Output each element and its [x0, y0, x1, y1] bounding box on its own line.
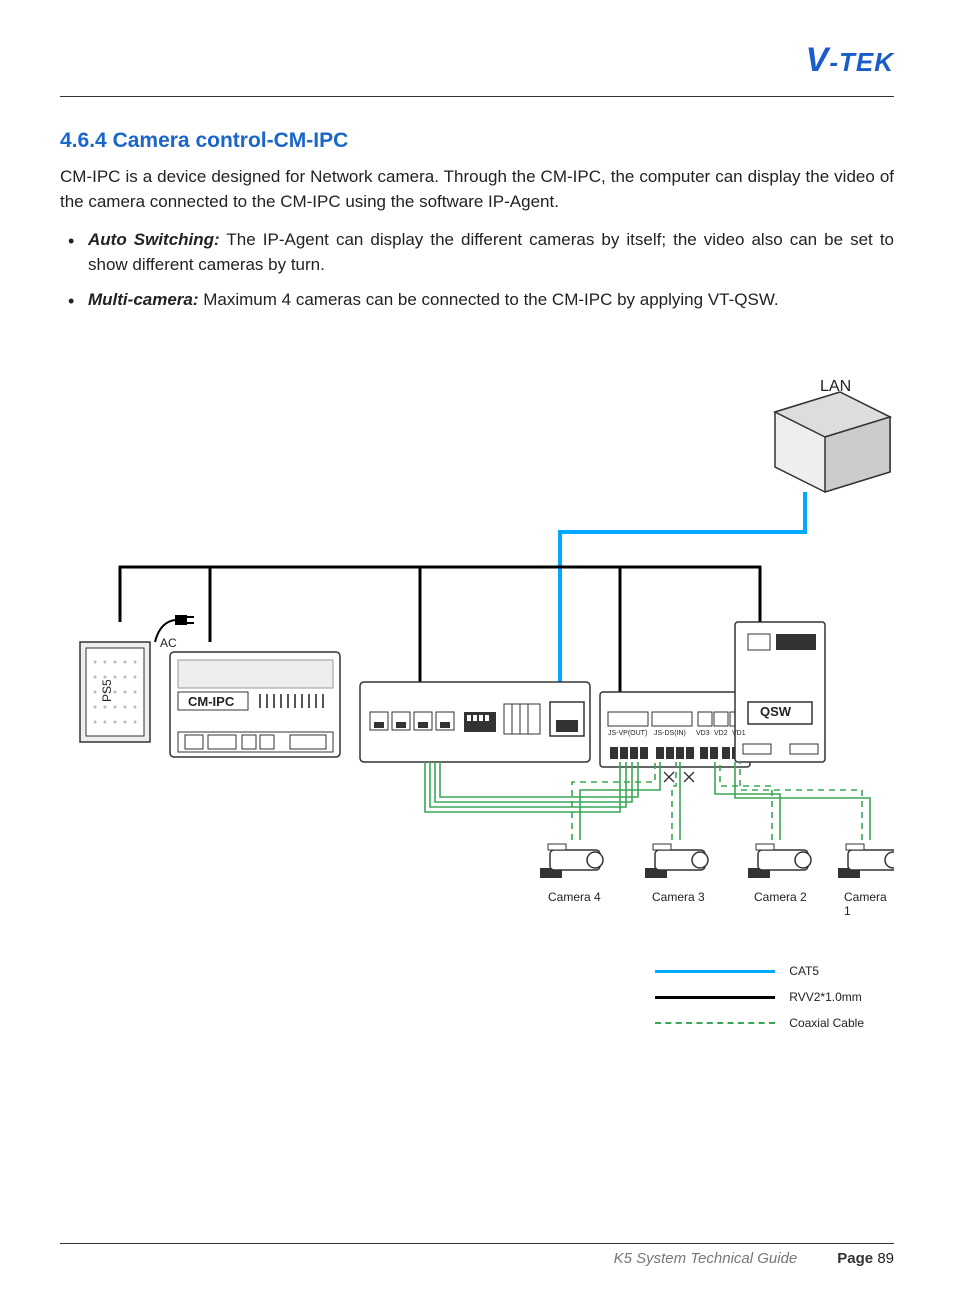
legend-item: CAT5	[655, 964, 864, 978]
legend-rvv-label: RVV2*1.0mm	[789, 990, 861, 1004]
legend-cat5-label: CAT5	[789, 964, 819, 978]
legend: CAT5 RVV2*1.0mm Coaxial Cable	[655, 964, 864, 1042]
list-item: Auto Switching: The IP-Agent can display…	[60, 228, 894, 277]
page-footer: K5 System Technical Guide Page 89	[60, 1243, 894, 1267]
camera4-label: Camera 4	[548, 890, 601, 904]
green-wire	[580, 762, 870, 840]
vd1-label: VD1	[732, 730, 746, 737]
list-item: Multi-camera: Maximum 4 cameras can be c…	[60, 288, 894, 313]
switch-device-icon	[360, 682, 590, 762]
footer-page-number: 89	[877, 1250, 894, 1267]
bullet-list: Auto Switching: The IP-Agent can display…	[60, 228, 894, 312]
intro-paragraph: CM-IPC is a device designed for Network …	[60, 165, 894, 214]
legend-item: RVV2*1.0mm	[655, 990, 864, 1004]
jsvp-label: JS-VP(OUT)	[608, 730, 647, 737]
green-wire	[425, 762, 638, 812]
lan-device-icon	[775, 392, 890, 492]
footer-rule	[60, 1243, 894, 1244]
ps5-device-icon	[80, 642, 150, 742]
lan-label: LAN	[820, 378, 851, 396]
cm-ipc-label: CM-IPC	[188, 694, 234, 709]
camera2-label: Camera 2	[754, 890, 807, 904]
vd2-label: VD2	[714, 730, 728, 737]
vd3-label: VD3	[696, 730, 710, 737]
legend-coax-line	[655, 1022, 775, 1024]
coax-cable	[572, 762, 862, 840]
jsds-label: JS-DS(IN)	[654, 730, 686, 737]
legend-coax-label: Coaxial Cable	[789, 1016, 864, 1030]
disconnect-mark	[664, 772, 694, 782]
camera1-label: Camera 1	[844, 890, 894, 918]
bullet-text: Maximum 4 cameras can be connected to th…	[199, 290, 779, 309]
camera-icon	[540, 844, 894, 878]
header-rule	[60, 96, 894, 97]
rvv-cable	[120, 567, 760, 622]
qsw-label: QSW	[760, 704, 791, 719]
header-row: V-TEK	[60, 30, 894, 90]
footer-page-label: Page	[837, 1250, 873, 1267]
section-title: Camera control-CM-IPC	[113, 129, 349, 152]
footer-guide: K5 System Technical Guide	[614, 1250, 798, 1267]
ac-label: AC	[160, 636, 177, 650]
legend-rvv-line	[655, 996, 775, 999]
legend-item: Coaxial Cable	[655, 1016, 864, 1030]
section-heading: 4.6.4 Camera control-CM-IPC	[60, 129, 894, 153]
ps5-label: PS5	[100, 680, 114, 703]
bullet-term: Multi-camera:	[88, 290, 199, 309]
document-page: V-TEK 4.6.4 Camera control-CM-IPC CM-IPC…	[0, 0, 954, 1295]
camera3-label: Camera 3	[652, 890, 705, 904]
bullet-term: Auto Switching:	[88, 230, 220, 249]
wiring-diagram: LAN AC PS5 CM-IPC QSW JS-VP(OUT) JS-DS(I…	[60, 342, 894, 1082]
qsw-device-icon	[735, 622, 825, 762]
legend-cat5-line	[655, 970, 775, 973]
section-number: 4.6.4	[60, 129, 107, 152]
brand-logo: V-TEK	[806, 41, 894, 80]
